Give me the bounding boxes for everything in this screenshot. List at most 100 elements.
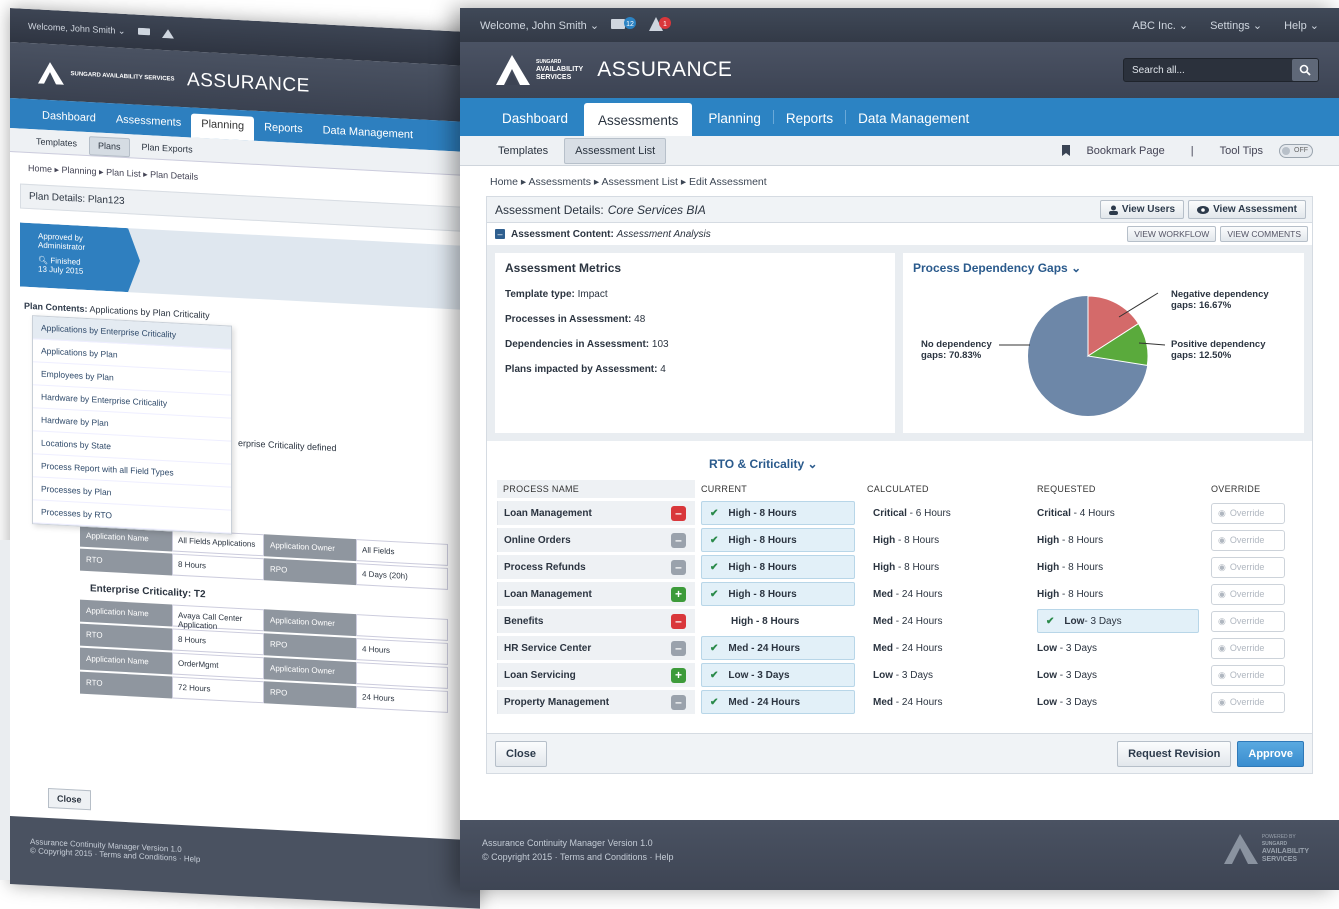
nav-reports[interactable]: Reports — [774, 111, 845, 136]
current-value[interactable]: ✔ High - 8 Hours — [701, 582, 855, 606]
footer-links[interactable]: © Copyright 2015 · Terms and Conditions … — [482, 852, 1317, 862]
footer-version: Assurance Continuity Manager Version 1.0 — [482, 838, 653, 848]
search-button[interactable] — [1292, 59, 1318, 81]
current-cell: ✔ Low - 3 Days — [695, 663, 861, 687]
view-workflow-button[interactable]: VIEW WORKFLOW — [1127, 226, 1217, 242]
req-time: - 3 Days — [1057, 669, 1098, 681]
alert-count: 1 — [663, 21, 667, 28]
override-button[interactable]: ◉ Override — [1211, 691, 1285, 713]
nav-assessments[interactable]: Assessments — [584, 103, 693, 136]
requested-value[interactable]: High - 8 Hours — [1037, 535, 1199, 546]
bookmark-link[interactable]: Bookmark Page — [1076, 139, 1174, 163]
current-cell: ✔ High - 8 Hours — [695, 501, 861, 525]
close-button[interactable]: Close — [495, 740, 547, 767]
minus-icon[interactable]: – — [671, 640, 686, 656]
footer-logo: POWERED BY SUNGARD AVAILABILITY SERVICES — [1223, 834, 1309, 864]
requested-value[interactable]: ✔ Low - 3 Days — [1037, 609, 1199, 633]
override-button[interactable]: ◉ Override — [1211, 556, 1285, 578]
calc-level: Med — [873, 588, 893, 600]
field-label: Application Name — [80, 647, 172, 675]
minus-icon[interactable]: – — [671, 559, 686, 575]
override-button[interactable]: ◉ Override — [1211, 664, 1285, 686]
alert-icon[interactable] — [162, 29, 175, 39]
company-menu[interactable]: ABC Inc. ⌄ — [1132, 19, 1188, 32]
minus-icon[interactable]: – — [671, 694, 686, 710]
nav-planning[interactable]: Planning — [696, 111, 773, 136]
minus-icon[interactable]: – — [671, 505, 686, 521]
search-box[interactable]: Search all... — [1123, 58, 1319, 82]
messages-count: 12 — [626, 21, 634, 28]
current-cell: ✔ Med - 24 Hours — [695, 690, 861, 714]
current-value[interactable]: ✔ High - 8 Hours — [701, 528, 855, 552]
requested-value[interactable]: Critical - 4 Hours — [1037, 508, 1199, 519]
metric-plans: Plans impacted by Assessment: 4 — [505, 364, 885, 375]
override-button[interactable]: ◉ Override — [1211, 502, 1285, 524]
current-value[interactable]: ✔ Low - 3 Days — [701, 663, 855, 687]
override-button[interactable]: ◉ Override — [1211, 529, 1285, 551]
requested-value[interactable]: Low - 3 Days — [1037, 670, 1199, 681]
current-value[interactable]: ✔ High - 8 Hours — [701, 555, 855, 579]
minus-icon[interactable]: – — [671, 532, 686, 548]
requested-value[interactable]: Low - 3 Days — [1037, 643, 1199, 654]
subtab-templates[interactable]: Templates — [28, 133, 85, 155]
override-button[interactable]: ◉ Override — [1211, 583, 1285, 605]
settings-menu[interactable]: Settings ⌄ — [1210, 19, 1262, 32]
metric-label: Plans impacted by Assessment: — [505, 364, 658, 375]
nav-reports[interactable]: Reports — [254, 117, 313, 144]
approve-button[interactable]: Approve — [1237, 740, 1304, 767]
nav-dashboard[interactable]: Dashboard — [490, 111, 580, 136]
gaps-title[interactable]: Process Dependency Gaps ⌄ — [913, 261, 1294, 275]
message-icon[interactable] — [137, 27, 150, 38]
minus-icon[interactable]: – — [671, 613, 686, 629]
leader-negative — [1118, 292, 1159, 318]
request-revision-button[interactable]: Request Revision — [1117, 740, 1232, 767]
override-button[interactable]: ◉ Override — [1211, 610, 1285, 632]
help-menu[interactable]: Help ⌄ — [1284, 19, 1319, 32]
req-level: High — [1037, 534, 1060, 546]
nav-data-management[interactable]: Data Management — [846, 111, 981, 136]
messages-icon[interactable]: 12 — [611, 16, 637, 34]
current-value[interactable]: ✔ High - 8 Hours — [701, 501, 855, 525]
current-value[interactable]: ✔ Med - 24 Hours — [701, 690, 855, 714]
field-label: RPO — [264, 681, 356, 709]
subtab-assessment-list[interactable]: Assessment List — [564, 137, 667, 164]
status-flag: + — [665, 663, 695, 687]
calculated-cell: Med - 24 Hours — [861, 690, 1031, 714]
status-flag: – — [665, 609, 695, 633]
calc-level: Med — [873, 642, 893, 654]
tooltips-toggle[interactable]: OFF — [1279, 143, 1313, 158]
subtab-plan-exports[interactable]: Plan Exports — [134, 138, 201, 161]
current-value[interactable]: ✔ Med - 24 Hours — [701, 636, 855, 660]
plus-icon[interactable]: + — [671, 667, 686, 683]
override-icon: ◉ — [1218, 588, 1226, 599]
plus-icon[interactable]: + — [671, 586, 686, 602]
field-value: All Fields — [356, 539, 448, 566]
rto-title[interactable]: RTO & Criticality ⌄ — [709, 457, 1302, 471]
view-users-button[interactable]: View Users — [1099, 200, 1185, 219]
action-bar: Close Request Revision Approve — [486, 734, 1313, 774]
field-value: 8 Hours — [172, 553, 264, 581]
collapse-icon[interactable]: – — [495, 229, 505, 239]
requested-value[interactable]: Low - 3 Days — [1037, 697, 1199, 708]
calculated-cell: Low - 3 Days — [861, 663, 1031, 687]
view-assessment-button[interactable]: View Assessment — [1188, 200, 1306, 219]
view-comments-button[interactable]: VIEW COMMENTS — [1220, 226, 1308, 242]
nav-planning[interactable]: Planning — [191, 113, 255, 141]
override-button[interactable]: ◉ Override — [1211, 637, 1285, 659]
bookmark-icon[interactable] — [1062, 145, 1071, 156]
process-name: Loan Management — [497, 501, 665, 525]
requested-value[interactable]: High - 8 Hours — [1037, 562, 1199, 573]
table-row: Loan Management + ✔ High - 8 Hours Med - 24 … — [497, 582, 1302, 606]
close-button[interactable]: Close — [48, 787, 91, 811]
current-value[interactable]: High - 8 Hours — [701, 609, 855, 633]
subtab-plans[interactable]: Plans — [89, 136, 130, 158]
subtab-templates[interactable]: Templates — [488, 139, 558, 163]
alert-icon[interactable]: 1 — [649, 16, 673, 34]
nav-assessments[interactable]: Assessments — [106, 109, 191, 137]
welcome-menu[interactable]: Welcome, John Smith ⌄ — [480, 19, 599, 32]
search-input[interactable]: Search all... — [1132, 65, 1185, 76]
nav-dashboard[interactable]: Dashboard — [32, 105, 106, 133]
welcome-menu[interactable]: Welcome, John Smith ⌄ — [28, 21, 125, 36]
details-label: Assessment Details: — [495, 202, 604, 217]
requested-value[interactable]: High - 8 Hours — [1037, 589, 1199, 600]
